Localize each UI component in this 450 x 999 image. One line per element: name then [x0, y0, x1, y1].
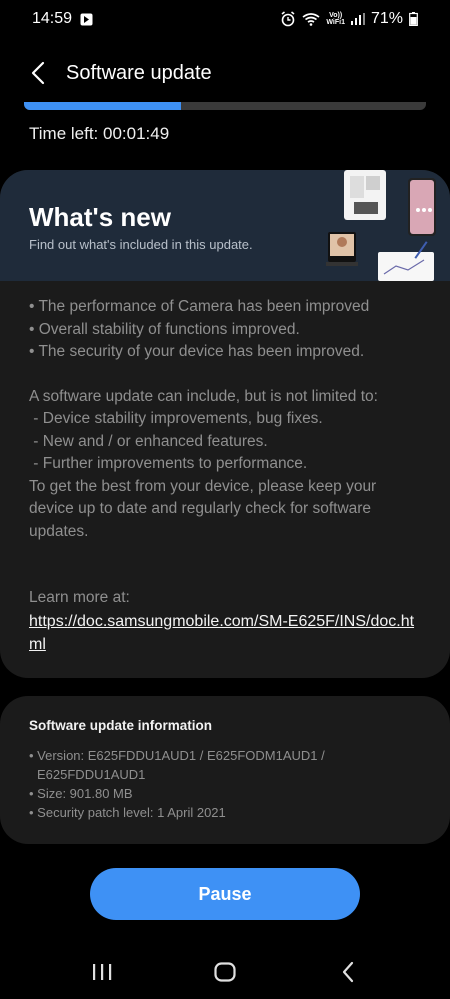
whats-new-body: • The performance of Camera has been imp…	[29, 296, 424, 656]
back-button[interactable]	[14, 49, 62, 97]
whats-new-title: What's new	[29, 202, 171, 232]
update-item: - Further improvements to performance.	[29, 455, 308, 472]
whats-new-subtitle: Find out what's included in this update.	[29, 237, 253, 252]
back-nav-button[interactable]	[324, 948, 372, 996]
home-icon	[214, 962, 236, 982]
app-header: Software update	[0, 38, 450, 108]
version-line: • Version: E625FDDU1AUD1 / E625FODM1AUD1…	[29, 748, 325, 763]
alarm-icon	[280, 11, 296, 27]
download-progress-fill	[24, 102, 181, 110]
status-right: Vo)) WiFi1 71%	[280, 10, 418, 28]
learn-more-link[interactable]: https://doc.samsungmobile.com/SM-E625F/I…	[29, 610, 424, 656]
download-progress-bar	[24, 102, 426, 110]
status-time: 14:59	[32, 10, 73, 27]
version-line-continued: E625FDDU1AUD1	[37, 767, 146, 782]
update-advice: To get the best from your device, please…	[29, 477, 377, 540]
notification-icon	[80, 13, 93, 26]
update-info-card: Software update information • Version: E…	[0, 696, 450, 844]
update-intro: A software update can include, but is no…	[29, 387, 378, 405]
pause-button[interactable]: Pause	[90, 868, 360, 920]
home-button[interactable]	[201, 948, 249, 996]
wifi-calling-label: WiFi1	[326, 19, 345, 26]
change-item: • The security of your device has been i…	[29, 343, 365, 360]
back-arrow-icon	[31, 61, 45, 85]
whats-new-banner: What's new Find out what's included in t…	[0, 170, 450, 281]
whats-new-card: What's new Find out what's included in t…	[0, 170, 450, 678]
security-patch-line: • Security patch level: 1 April 2021	[29, 805, 226, 820]
navigation-bar	[0, 945, 450, 999]
update-item: - New and / or enhanced features.	[29, 432, 268, 450]
status-bar: 14:59 Vo)) WiFi1 71%	[0, 0, 450, 38]
size-line: • Size: 901.80 MB	[29, 786, 133, 801]
learn-more-label: Learn more at:	[29, 589, 130, 606]
recent-apps-button[interactable]	[78, 948, 126, 996]
battery-icon	[409, 12, 418, 26]
recent-apps-icon	[92, 964, 111, 980]
battery-percent: 71%	[370, 10, 403, 27]
update-info-title: Software update information	[29, 718, 213, 733]
back-nav-icon	[343, 961, 354, 983]
signal-icon	[350, 13, 365, 25]
status-left: 14:59	[32, 10, 93, 28]
page-title: Software update	[66, 61, 212, 84]
time-left-label: Time left: 00:01:49	[29, 124, 170, 143]
wifi-icon	[302, 12, 320, 26]
devices-illustration	[326, 170, 436, 281]
change-item: • The performance of Camera has been imp…	[29, 298, 370, 315]
volte-wifi-label: Vo)) WiFi1	[326, 12, 345, 26]
change-item: • Overall stability of functions improve…	[29, 320, 300, 338]
update-info-list: • Version: E625FDDU1AUD1 / E625FODM1AUD1…	[29, 746, 429, 822]
volte-label: Vo))	[329, 12, 343, 19]
update-item: - Device stability improvements, bug fix…	[29, 410, 323, 427]
